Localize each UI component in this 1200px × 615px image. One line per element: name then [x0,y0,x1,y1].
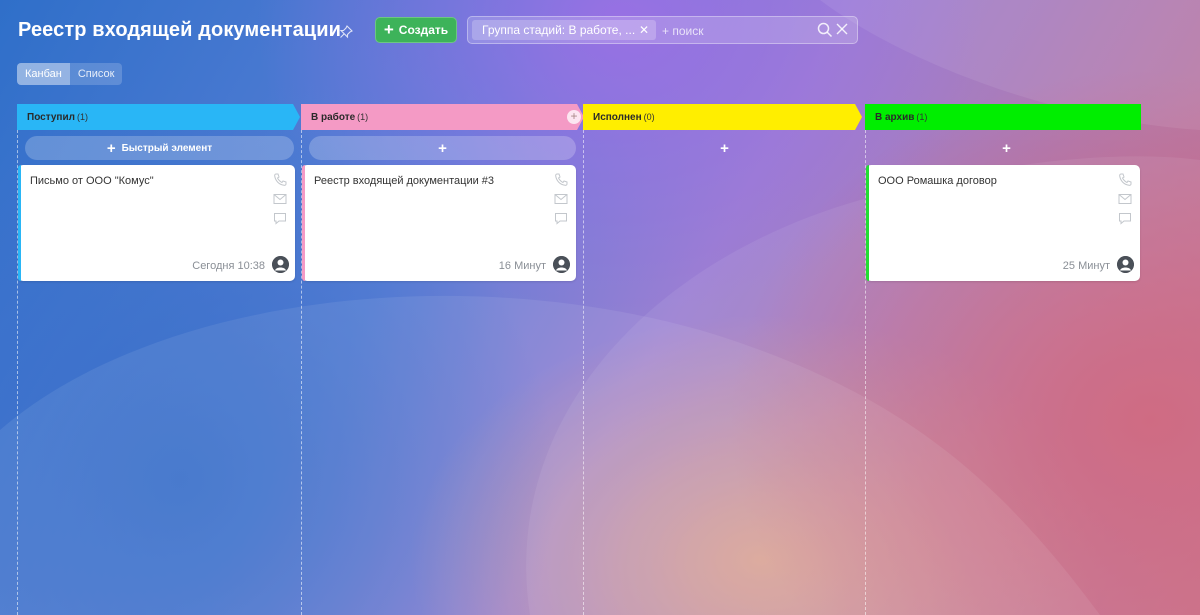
filter-chip-label: Группа стадий: В работе, ... [482,23,636,37]
kanban-column-received: Поступил (1) + Быстрый элемент Письмо от … [17,104,300,615]
quick-add-button[interactable]: + [591,136,858,160]
column-count: (1) [76,112,88,122]
phone-icon[interactable] [273,173,287,186]
mail-icon[interactable] [554,193,568,205]
search-input[interactable] [660,20,814,42]
card-title[interactable]: Реестр входящей документации #3 [314,175,494,187]
kanban-card[interactable]: ООО Ромашка договор 25 Минут [866,165,1140,281]
filter-chip[interactable]: Группа стадий: В работе, ... ✕ [472,20,656,40]
card-title[interactable]: ООО Ромашка договор [878,175,997,187]
close-icon[interactable] [836,23,848,35]
card-stage-stripe [866,165,869,281]
comment-icon[interactable] [554,212,568,225]
kanban-column-done: Исполнен (0) + [583,104,864,615]
pin-icon[interactable] [339,25,353,39]
create-button[interactable]: + Создать [375,17,457,43]
mail-icon[interactable] [273,193,287,205]
column-title: Поступил [27,112,75,123]
view-switcher: Канбан Список [17,63,123,85]
tab-list[interactable]: Список [70,63,123,85]
column-count: (0) [643,112,655,122]
user-avatar-icon[interactable] [553,256,570,273]
user-avatar-icon[interactable] [1117,256,1134,273]
card-stage-stripe [302,165,305,281]
phone-icon[interactable] [554,173,568,186]
page-title: Реестр входящей документации [18,19,341,41]
column-count: (1) [916,112,928,122]
comment-icon[interactable] [273,212,287,225]
kanban-column-archive: В архив (1) + ООО Ромашка договор 25 Мину… [865,104,1146,615]
add-stage-icon[interactable]: + [567,110,581,124]
plus-icon: + [1002,139,1011,157]
column-title: Исполнен [593,112,642,123]
column-title: В работе [311,112,356,123]
comment-icon[interactable] [1118,212,1132,225]
kanban-card[interactable]: Письмо от ООО "Комус" Сегодня 10:38 [18,165,295,281]
card-time: Сегодня 10:38 [192,260,265,272]
quick-add-button[interactable]: + [873,136,1140,160]
card-time: 25 Минут [1062,260,1110,272]
chip-close-icon[interactable]: ✕ [639,20,649,40]
tab-kanban[interactable]: Канбан [17,63,70,85]
phone-icon[interactable] [1118,173,1132,186]
card-time: 16 Минут [498,260,546,272]
card-stage-stripe [18,165,21,281]
search-icon[interactable] [817,22,833,38]
plus-icon: + [720,139,729,157]
quick-add-button[interactable]: + [309,136,576,160]
column-count: (1) [357,112,369,122]
quick-add-button[interactable]: + Быстрый элемент [25,136,294,160]
create-button-label: Создать [398,23,449,37]
quick-add-label: Быстрый элемент [121,142,213,154]
plus-icon: + [438,139,447,157]
card-title[interactable]: Письмо от ООО "Комус" [30,175,154,187]
plus-icon: + [383,19,394,39]
plus-icon: + [106,139,116,157]
mail-icon[interactable] [1118,193,1132,205]
column-title: В архив [875,112,915,123]
filter-search-bar[interactable]: Группа стадий: В работе, ... ✕ [467,16,858,44]
kanban-column-in-progress: В работе (1) + + Реестр входящей документ… [301,104,584,615]
kanban-card[interactable]: Реестр входящей документации #3 16 Минут [302,165,576,281]
user-avatar-icon[interactable] [272,256,289,273]
